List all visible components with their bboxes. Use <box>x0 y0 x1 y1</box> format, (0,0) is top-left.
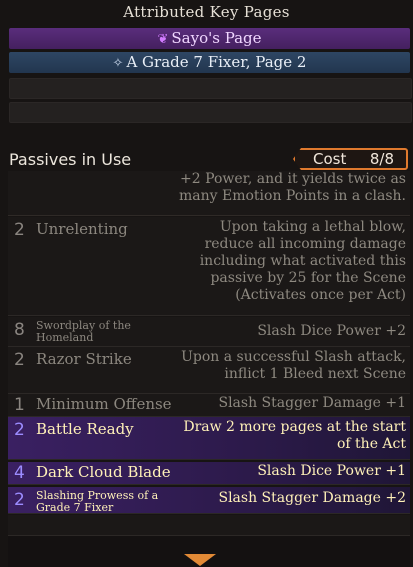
scroll-down-arrow-icon[interactable] <box>184 554 216 566</box>
passive-desc: Upon taking a lethal blow, reduce all in… <box>199 219 406 303</box>
passive-name: Minimum Offense <box>36 395 172 413</box>
passive-cost: 2 <box>14 350 25 370</box>
sayo-emblem-icon: ❦ <box>157 32 169 47</box>
key-page-label: Sayo's Page <box>171 29 262 47</box>
passive-name: Battle Ready <box>36 420 134 438</box>
passives-list[interactable]: +2 Power, and it yields twice as many Em… <box>8 171 410 536</box>
passive-desc: Draw 2 more pages at the start of the Ac… <box>183 419 406 452</box>
passive-row[interactable]: 1 Minimum Offense Slash Stagger Damage +… <box>8 394 410 417</box>
passive-cost: 2 <box>14 490 25 510</box>
key-pages-panel: Attributed Key Pages ❦ Sayo's Page ✧ A Gra… <box>0 0 413 567</box>
passive-desc: Slash Dice Power +1 <box>257 463 406 479</box>
passive-name: Slashing Prowess of a Grade 7 Fixer <box>36 489 159 514</box>
empty-key-page-slot <box>9 102 412 123</box>
passive-row-selected[interactable]: 2 Battle Ready Draw 2 more pages at the … <box>8 417 410 460</box>
passive-name: Unrelenting <box>36 220 128 238</box>
passive-name: Razor Strike <box>36 350 132 368</box>
passive-desc: +2 Power, and it yields twice as many Em… <box>178 171 406 204</box>
key-page-fixer[interactable]: ✧ A Grade 7 Fixer, Page 2 <box>9 52 410 73</box>
cost-label: Cost <box>313 150 347 168</box>
passive-row-selected[interactable]: 4 Dark Cloud Blade Slash Dice Power +1 <box>8 462 410 485</box>
passive-cost: 8 <box>14 320 25 340</box>
passive-desc: Slash Dice Power +2 <box>257 323 406 339</box>
passive-row-continued[interactable]: +2 Power, and it yields twice as many Em… <box>8 171 410 215</box>
cost-value: 8/8 <box>369 150 394 168</box>
passive-cost: 1 <box>14 395 25 415</box>
empty-passive-slot <box>8 515 410 536</box>
passive-row[interactable]: 8 Swordplay of the Homeland Slash Dice P… <box>8 317 410 347</box>
divider <box>8 215 410 216</box>
key-page-sayo[interactable]: ❦ Sayo's Page <box>9 28 410 49</box>
passive-name: Swordplay of the Homeland <box>36 319 131 344</box>
cost-badge: Cost 8/8 <box>293 148 408 170</box>
passive-row[interactable]: 2 Unrelenting Upon taking a lethal blow,… <box>8 217 410 316</box>
passive-cost: 2 <box>14 420 25 440</box>
empty-key-page-slot <box>9 78 412 99</box>
passive-desc: Upon a successful Slash attack, inflict … <box>181 349 406 382</box>
passive-desc: Slash Stagger Damage +1 <box>218 395 406 411</box>
passive-cost: 2 <box>14 220 25 240</box>
panel-title: Attributed Key Pages <box>123 3 290 21</box>
passive-desc: Slash Stagger Damage +2 <box>218 490 406 506</box>
passive-cost: 4 <box>14 463 25 483</box>
passive-name: Dark Cloud Blade <box>36 463 171 481</box>
fixer-emblem-icon: ✧ <box>112 56 124 71</box>
key-page-label: A Grade 7 Fixer, Page 2 <box>126 53 307 71</box>
passive-row[interactable]: 2 Razor Strike Upon a successful Slash a… <box>8 347 410 394</box>
passive-row-selected[interactable]: 2 Slashing Prowess of a Grade 7 Fixer Sl… <box>8 487 410 514</box>
passives-heading: Passives in Use <box>9 150 132 169</box>
